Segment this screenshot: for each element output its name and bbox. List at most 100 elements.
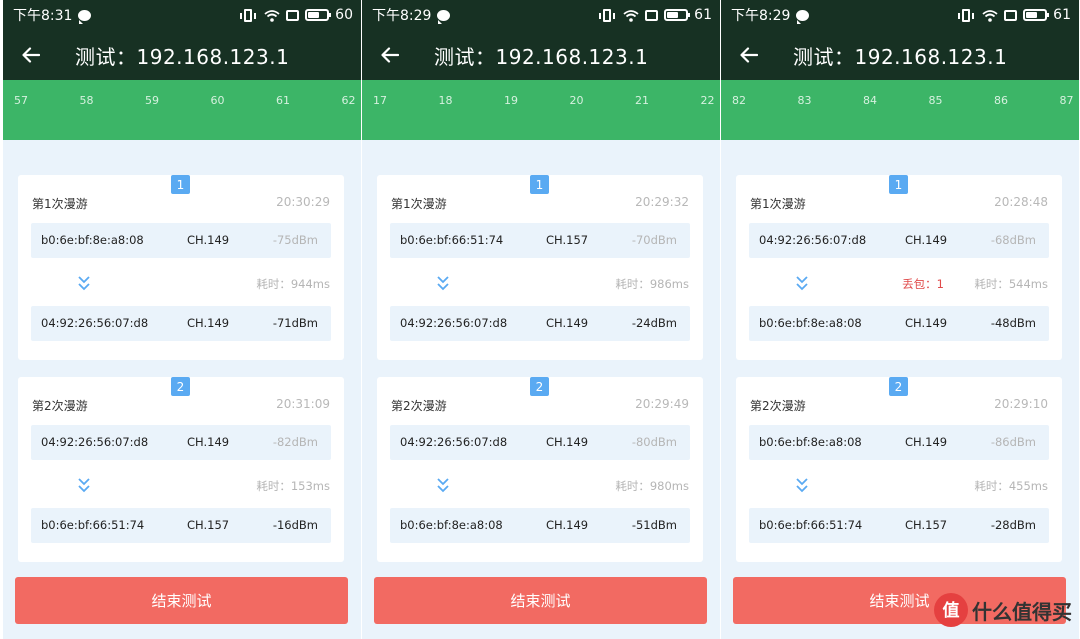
roam-card: 2 第2次漫游 20:29:49 04:92:26:56:07:d8 CH.149 -80… — [377, 377, 703, 562]
roam-card: 2 第2次漫游 20:31:09 04:92:26:56:07:d8 CH.149 -82… — [18, 377, 344, 562]
back-arrow-icon[interactable] — [362, 30, 418, 80]
roam-time: 20:30:29 — [276, 195, 330, 209]
ap-channel: CH.149 — [546, 435, 589, 449]
screen-icon — [645, 9, 659, 21]
roam-transition: 耗时：455ms — [736, 472, 1062, 498]
roam-index-badge: 2 — [889, 377, 908, 396]
latency-prefix: 耗时： — [256, 277, 291, 291]
ruler-tick: 82 — [732, 94, 746, 107]
latency-value: 153ms — [290, 479, 330, 493]
ap-mac: 04:92:26:56:07:d8 — [400, 316, 508, 330]
phone-screen-3: 下午8:29 61 测试：192.168.123.1 82 83 84 85 86 87 1 第1次… — [721, 0, 1079, 639]
double-chevron-down-icon — [77, 476, 91, 496]
battery-icon — [1023, 9, 1050, 21]
vibrate-icon — [240, 8, 257, 22]
screenshot-composite: 下午8:31 60 测试：192.168.123.1 57 58 59 60 61 62 1 第1次… — [0, 0, 1080, 639]
ap-row-from: 04:92:26:56:07:d8 CH.149 -80dBm — [390, 425, 690, 460]
ap-channel: CH.157 — [187, 518, 230, 532]
wifi-icon — [264, 9, 280, 22]
battery-level: 60 — [335, 7, 353, 23]
ap-channel: CH.149 — [905, 233, 948, 247]
end-test-button[interactable]: 结束测试 — [15, 577, 348, 624]
roam-time: 20:28:48 — [994, 195, 1048, 209]
roam-index-badge: 2 — [171, 377, 190, 396]
back-arrow-icon[interactable] — [721, 30, 777, 80]
roam-latency: 耗时：980ms — [615, 478, 689, 494]
ap-mac: b0:6e:bf:8e:a8:08 — [41, 233, 144, 247]
ap-signal: -16dBm — [272, 518, 318, 532]
ap-channel: CH.149 — [905, 435, 948, 449]
timeline-ruler[interactable]: 57 58 59 60 61 62 — [3, 80, 361, 140]
ap-channel: CH.149 — [187, 435, 230, 449]
chat-bubble-icon — [796, 9, 810, 24]
ruler-tick: 59 — [145, 94, 159, 107]
roam-title: 第1次漫游 — [32, 197, 88, 211]
timeline-ruler[interactable]: 17 18 19 20 21 22 — [362, 80, 720, 140]
ap-signal: -48dBm — [990, 316, 1036, 330]
status-bar: 下午8:29 61 — [362, 0, 720, 30]
battery-icon — [664, 9, 691, 21]
watermark-text: 什么值得买 — [972, 599, 1072, 624]
double-chevron-down-icon — [436, 274, 450, 294]
roam-time: 20:29:49 — [635, 397, 689, 411]
ruler-tick: 20 — [569, 94, 584, 107]
battery-level: 61 — [1053, 7, 1071, 23]
ap-signal: -75dBm — [272, 233, 318, 247]
ap-channel: CH.149 — [187, 233, 230, 247]
latency-value: 980ms — [649, 479, 689, 493]
roam-title: 第2次漫游 — [391, 399, 447, 413]
ap-signal: -86dBm — [990, 435, 1036, 449]
ruler-tick: 86 — [994, 94, 1008, 107]
double-chevron-down-icon — [795, 274, 809, 294]
latency-prefix: 耗时： — [615, 479, 650, 493]
ap-mac: b0:6e:bf:8e:a8:08 — [759, 435, 862, 449]
battery-level: 61 — [694, 7, 712, 23]
ap-channel: CH.149 — [546, 316, 589, 330]
ap-mac: 04:92:26:56:07:d8 — [759, 233, 867, 247]
ruler-tick: 22 — [700, 94, 715, 107]
ap-mac: b0:6e:bf:8e:a8:08 — [759, 316, 862, 330]
ap-row-to: 04:92:26:56:07:d8 CH.149 -24dBm — [390, 306, 690, 341]
ap-channel: CH.157 — [905, 518, 948, 532]
ap-mac: 04:92:26:56:07:d8 — [41, 435, 149, 449]
roam-time: 20:29:32 — [635, 195, 689, 209]
page-title: 测试：192.168.123.1 — [75, 44, 290, 69]
back-arrow-icon[interactable] — [3, 30, 59, 80]
end-test-button[interactable]: 结束测试 — [374, 577, 707, 624]
phone-screen-2: 下午8:29 61 测试：192.168.123.1 17 18 19 20 21 22 1 第1次… — [362, 0, 720, 639]
page-title: 测试：192.168.123.1 — [434, 44, 649, 69]
ap-channel: CH.149 — [905, 316, 948, 330]
roam-latency: 耗时：944ms — [256, 276, 330, 292]
chat-bubble-icon — [437, 9, 451, 24]
roam-transition: 丢包：1 耗时：544ms — [736, 270, 1062, 296]
latency-value: 544ms — [1008, 277, 1048, 291]
latency-value: 986ms — [649, 277, 689, 291]
latency-prefix: 耗时： — [256, 479, 291, 493]
vibrate-icon — [599, 8, 616, 22]
status-bar: 下午8:31 60 — [3, 0, 361, 30]
page-title: 测试：192.168.123.1 — [793, 44, 1008, 69]
ap-row-from: b0:6e:bf:66:51:74 CH.157 -70dBm — [390, 223, 690, 258]
roam-transition: 耗时：980ms — [377, 472, 703, 498]
status-time: 下午8:29 — [731, 8, 791, 24]
watermark: 值 什么值得买 — [934, 593, 1072, 627]
ap-signal: -51dBm — [631, 518, 677, 532]
ruler-tick: 62 — [341, 94, 356, 107]
ap-row-from: b0:6e:bf:8e:a8:08 CH.149 -75dBm — [31, 223, 331, 258]
ap-channel: CH.149 — [546, 518, 589, 532]
battery-fill — [308, 12, 319, 18]
roam-title: 第1次漫游 — [391, 197, 447, 211]
ap-row-to: b0:6e:bf:8e:a8:08 CH.149 -51dBm — [390, 508, 690, 543]
roam-index-badge: 1 — [171, 175, 190, 194]
ap-row-to: b0:6e:bf:8e:a8:08 CH.149 -48dBm — [749, 306, 1049, 341]
ruler-tick: 84 — [863, 94, 877, 107]
ap-row-from: b0:6e:bf:8e:a8:08 CH.149 -86dBm — [749, 425, 1049, 460]
timeline-ruler[interactable]: 82 83 84 85 86 87 — [721, 80, 1079, 140]
roam-title: 第1次漫游 — [750, 197, 806, 211]
ap-channel: CH.157 — [546, 233, 589, 247]
ap-row-from: 04:92:26:56:07:d8 CH.149 -68dBm — [749, 223, 1049, 258]
ap-mac: b0:6e:bf:8e:a8:08 — [400, 518, 503, 532]
ap-mac: b0:6e:bf:66:51:74 — [759, 518, 863, 532]
ap-row-to: 04:92:26:56:07:d8 CH.149 -71dBm — [31, 306, 331, 341]
ruler-tick: 83 — [797, 94, 812, 107]
